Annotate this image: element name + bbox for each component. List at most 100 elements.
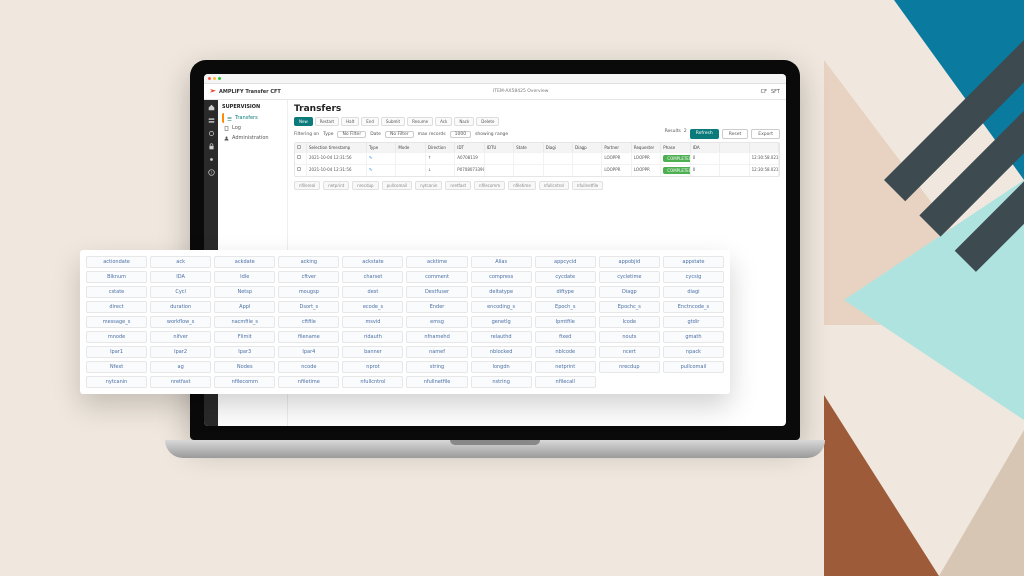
transfers-icon[interactable] <box>208 117 215 124</box>
column-chip[interactable]: duration <box>150 301 211 313</box>
reset-button[interactable]: Reset <box>722 129 749 139</box>
column-chip[interactable]: gmath <box>663 331 724 343</box>
column-chip[interactable]: acktime <box>406 256 467 268</box>
column-chip[interactable]: nouts <box>599 331 660 343</box>
column-chip[interactable]: deltatype <box>471 286 532 298</box>
column-chip[interactable]: msvid <box>342 316 403 328</box>
column-chip[interactable]: ag <box>150 361 211 373</box>
column-chip[interactable]: direct <box>86 301 147 313</box>
column-chip[interactable]: gtdir <box>663 316 724 328</box>
column-chip[interactable]: Diagp <box>599 286 660 298</box>
col-seltimestamp[interactable]: Selection timestamp <box>307 143 367 152</box>
column-chip[interactable]: relauthd <box>471 331 532 343</box>
column-chip[interactable]: nfnamehd <box>406 331 467 343</box>
column-chip[interactable]: Flimit <box>214 331 275 343</box>
column-chip[interactable]: ncert <box>599 346 660 358</box>
row-checkbox[interactable] <box>297 167 301 171</box>
column-chip[interactable]: npack <box>663 346 724 358</box>
column-chip[interactable]: Netsp <box>214 286 275 298</box>
column-chip[interactable]: appcycid <box>535 256 596 268</box>
column-chip[interactable]: Idle <box>214 271 275 283</box>
col-diagp[interactable]: Diagp <box>573 143 602 152</box>
chip[interactable]: pullcomail <box>382 181 413 190</box>
column-chip[interactable]: Nodes <box>214 361 275 373</box>
chip[interactable]: nfullcntrol <box>539 181 569 190</box>
toolbar-restart[interactable]: Restart <box>315 117 339 126</box>
column-chip[interactable]: ack <box>150 256 211 268</box>
col-diagi[interactable]: Diagi <box>544 143 573 152</box>
nav-item-log[interactable]: Log <box>222 123 283 133</box>
column-chip[interactable]: message_s <box>86 316 147 328</box>
column-chip[interactable]: emsg <box>406 316 467 328</box>
col-direction[interactable]: Direction <box>426 143 455 152</box>
column-chip[interactable]: cycdate <box>535 271 596 283</box>
edit-icon[interactable]: ✎ <box>369 155 372 160</box>
column-chip[interactable]: nrecdup <box>599 361 660 373</box>
chip[interactable]: nfilereal <box>294 181 320 190</box>
nav-item-admin[interactable]: Administration <box>222 133 283 143</box>
filter-type-select[interactable]: No Filter <box>337 131 366 138</box>
toolbar-resume[interactable]: Resume <box>407 117 433 126</box>
column-chip[interactable]: fixed <box>535 331 596 343</box>
chip[interactable]: nytcanin <box>415 181 442 190</box>
column-chip[interactable]: actiondate <box>86 256 147 268</box>
toolbar-delete[interactable]: Delete <box>476 117 499 126</box>
column-chip[interactable]: ridauth <box>342 331 403 343</box>
column-chip[interactable]: nretfast <box>150 376 211 388</box>
new-button[interactable]: New <box>294 117 313 126</box>
column-chip[interactable]: acking <box>278 256 339 268</box>
column-chip[interactable]: Alias <box>471 256 532 268</box>
toolbar-halt[interactable]: Halt <box>341 117 359 126</box>
column-chip[interactable]: appobjid <box>599 256 660 268</box>
column-chip[interactable]: Ender <box>406 301 467 313</box>
help-icon[interactable]: ? <box>208 169 215 176</box>
user-menu[interactable]: CF SFT <box>761 89 780 95</box>
column-chip[interactable]: Ipar1 <box>86 346 147 358</box>
monitor-icon[interactable] <box>208 130 215 137</box>
col-partner[interactable]: Partner <box>602 143 631 152</box>
column-chip[interactable]: nfilecomm <box>214 376 275 388</box>
column-chip[interactable]: Icode <box>599 316 660 328</box>
column-chip[interactable]: filename <box>278 331 339 343</box>
column-chip[interactable]: dest <box>342 286 403 298</box>
column-chip[interactable]: genetlg <box>471 316 532 328</box>
column-chip[interactable]: mougsp <box>278 286 339 298</box>
column-chip[interactable]: Blknum <box>86 271 147 283</box>
export-button[interactable]: Export <box>751 129 780 139</box>
col-ida[interactable]: IDA <box>691 143 720 152</box>
column-chip[interactable]: nfilecall <box>535 376 596 388</box>
refresh-button[interactable]: Refresh <box>690 129 719 139</box>
nav-item-transfers[interactable]: Transfers <box>222 113 283 123</box>
column-chip[interactable]: charset <box>342 271 403 283</box>
column-chip[interactable]: Appl <box>214 301 275 313</box>
column-chip[interactable]: Ipar3 <box>214 346 275 358</box>
column-chip[interactable]: nfullcntrol <box>342 376 403 388</box>
gear-icon[interactable] <box>208 156 215 163</box>
window-zoom-icon[interactable] <box>218 77 221 80</box>
column-chip[interactable]: nifver <box>150 331 211 343</box>
filter-date-select[interactable]: No Filter <box>385 131 414 138</box>
window-close-icon[interactable] <box>208 77 211 80</box>
col-state[interactable]: State <box>514 143 543 152</box>
edit-icon[interactable]: ✎ <box>369 167 372 172</box>
chip[interactable]: nfiletime <box>508 181 536 190</box>
column-chip[interactable]: Ipmtfile <box>535 316 596 328</box>
column-chip[interactable]: cstate <box>86 286 147 298</box>
column-chip[interactable]: Enctncode_s <box>663 301 724 313</box>
column-chip[interactable]: Ipar4 <box>278 346 339 358</box>
chip[interactable]: nretfast <box>445 181 471 190</box>
column-chip[interactable]: cftver <box>278 271 339 283</box>
column-chip[interactable]: nacmfile_s <box>214 316 275 328</box>
column-chip[interactable]: nblcode <box>535 346 596 358</box>
column-chip[interactable]: pullcomail <box>663 361 724 373</box>
column-chip[interactable]: nfullnetfile <box>406 376 467 388</box>
column-chip[interactable]: diftype <box>535 286 596 298</box>
column-chip[interactable]: Ipar2 <box>150 346 211 358</box>
column-chip[interactable]: mnode <box>86 331 147 343</box>
column-chip[interactable]: Epochc_s <box>599 301 660 313</box>
column-chip[interactable]: compress <box>471 271 532 283</box>
column-chip[interactable]: comment <box>406 271 467 283</box>
column-chip[interactable]: ecode_s <box>342 301 403 313</box>
column-chip[interactable]: string <box>406 361 467 373</box>
chip[interactable]: nfullnetfile <box>572 181 603 190</box>
